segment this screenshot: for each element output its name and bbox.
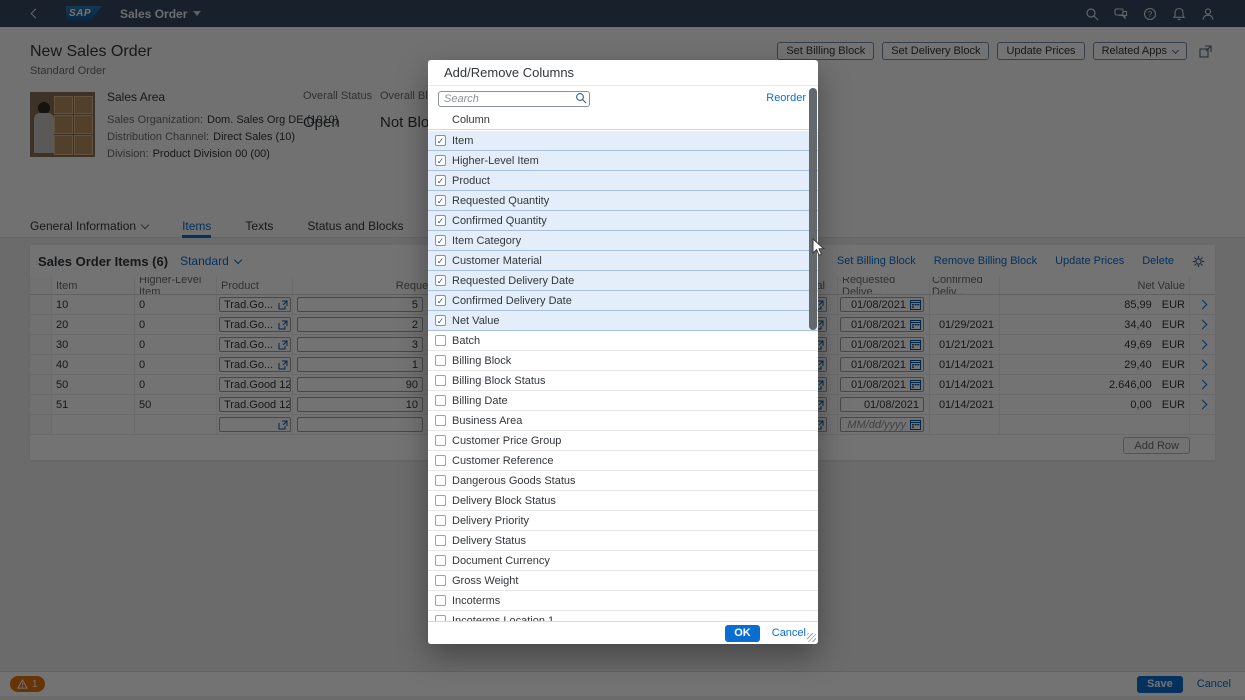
dialog-column-row[interactable]: ✓ Net Value [428,311,818,331]
dialog-column-row[interactable]: Customer Reference [428,451,818,471]
dialog-resize-grip[interactable] [807,633,816,642]
dialog-column-row[interactable]: ✓ Customer Material [428,251,818,271]
column-label: Customer Material [452,255,542,267]
column-checkbox[interactable] [435,595,446,606]
column-checkbox[interactable] [435,395,446,406]
column-checkbox[interactable]: ✓ [435,195,446,206]
column-label: Customer Reference [452,455,554,467]
column-label: Business Area [452,415,522,427]
column-checkbox[interactable] [435,355,446,366]
reorder-link[interactable]: Reorder [766,92,806,104]
column-checkbox[interactable]: ✓ [435,235,446,246]
column-checkbox[interactable]: ✓ [435,215,446,226]
column-label: Item Category [452,235,521,247]
ok-button[interactable]: OK [725,625,760,642]
dialog-column-row[interactable]: Delivery Priority [428,511,818,531]
dialog-column-row[interactable]: ✓ Confirmed Quantity [428,211,818,231]
dialog-column-row[interactable]: Billing Date [428,391,818,411]
search-icon[interactable] [575,91,587,109]
dialog-column-row[interactable]: ✓ Requested Quantity [428,191,818,211]
column-label: Billing Block Status [452,375,546,387]
column-checkbox[interactable]: ✓ [435,295,446,306]
column-label: Confirmed Delivery Date [452,295,572,307]
dialog-column-row[interactable]: Billing Block Status [428,371,818,391]
column-checkbox[interactable] [435,535,446,546]
dialog-title: Add/Remove Columns [428,60,818,86]
column-checkbox[interactable] [435,375,446,386]
dialog-column-row[interactable]: ✓ Requested Delivery Date [428,271,818,291]
dialog-column-row[interactable]: Gross Weight [428,571,818,591]
column-checkbox[interactable] [435,455,446,466]
column-checkbox[interactable] [435,515,446,526]
column-checkbox[interactable]: ✓ [435,275,446,286]
dialog-column-row[interactable]: ✓ Item [428,131,818,151]
dialog-column-row[interactable]: Incoterms [428,591,818,611]
dialog-column-row[interactable]: Business Area [428,411,818,431]
column-label: Incoterms [452,595,500,607]
column-checkbox[interactable] [435,495,446,506]
dialog-column-row[interactable]: Batch [428,331,818,351]
dialog-column-row[interactable]: Incoterms Location 1 [428,611,818,621]
column-label: Requested Quantity [452,195,549,207]
dialog-column-header: Column [428,110,818,130]
dialog-column-row[interactable]: Delivery Status [428,531,818,551]
dialog-cancel-button[interactable]: Cancel [772,627,806,639]
dialog-column-row[interactable]: Billing Block [428,351,818,371]
dialog-column-row[interactable]: Document Currency [428,551,818,571]
dialog-scrollbar-thumb[interactable] [809,88,817,330]
columns-search-input[interactable] [438,91,590,107]
dialog-column-row[interactable]: Delivery Block Status [428,491,818,511]
dialog-column-row[interactable]: ✓ Higher-Level Item [428,151,818,171]
column-label: Batch [452,335,480,347]
column-label: Dangerous Goods Status [452,475,576,487]
column-label: Confirmed Quantity [452,215,547,227]
column-label: Billing Block [452,355,511,367]
column-label: Customer Price Group [452,435,561,447]
column-label: Delivery Status [452,535,526,547]
dialog-column-row[interactable]: Customer Price Group [428,431,818,451]
column-checkbox[interactable]: ✓ [435,315,446,326]
sap-sales-order-screen: SAP Sales Order ? New Sales Order S [0,0,1245,700]
column-checkbox[interactable] [435,555,446,566]
dialog-column-row[interactable]: Dangerous Goods Status [428,471,818,491]
column-label: Delivery Block Status [452,495,556,507]
column-checkbox[interactable]: ✓ [435,175,446,186]
column-checkbox[interactable]: ✓ [435,255,446,266]
column-checkbox[interactable] [435,475,446,486]
column-checkbox[interactable] [435,435,446,446]
column-checkbox[interactable] [435,415,446,426]
dialog-column-row[interactable]: ✓ Product [428,171,818,191]
column-checkbox[interactable] [435,335,446,346]
column-checkbox[interactable]: ✓ [435,135,446,146]
column-label: Gross Weight [452,575,518,587]
dialog-column-row[interactable]: ✓ Confirmed Delivery Date [428,291,818,311]
column-label: Net Value [452,315,500,327]
column-label: Higher-Level Item [452,155,539,167]
column-label: Product [452,175,490,187]
column-checkbox[interactable]: ✓ [435,155,446,166]
column-label: Item [452,135,473,147]
add-remove-columns-dialog: Add/Remove Columns Reorder Column ✓Item✓… [428,60,818,644]
column-label: Billing Date [452,395,508,407]
dialog-column-row[interactable]: ✓ Item Category [428,231,818,251]
dialog-columns-list: ✓ Item ✓ Higher-Level Item ✓ Product ✓ Requeste… [428,131,818,621]
column-label: Requested Delivery Date [452,275,574,287]
column-checkbox[interactable] [435,575,446,586]
column-label: Document Currency [452,555,550,567]
column-label: Delivery Priority [452,515,529,527]
